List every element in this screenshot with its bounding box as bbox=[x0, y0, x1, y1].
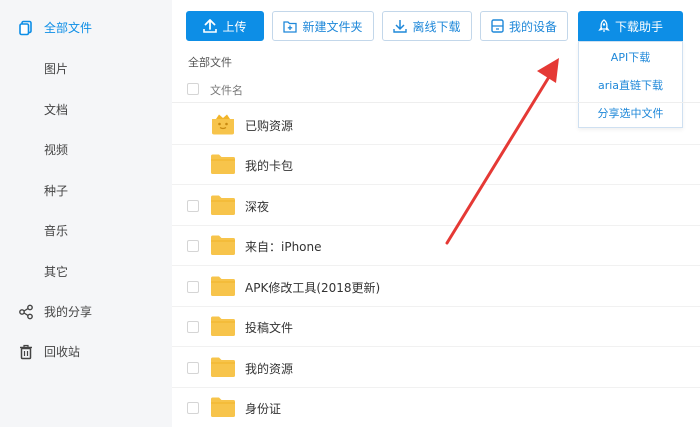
folder-icon bbox=[211, 397, 235, 417]
table-row[interactable]: 身份证 bbox=[172, 388, 700, 428]
table-row[interactable]: 已购资源 bbox=[172, 105, 700, 145]
sidebar-item-label: 音乐 bbox=[44, 223, 69, 238]
sidebar: 全部文件 图片 文档 视频 种子 音乐 其它 我的分享 回收站 bbox=[0, 0, 172, 427]
sidebar-item-label: 我的分享 bbox=[44, 305, 93, 319]
table-row[interactable]: 来自：iPhone bbox=[172, 226, 700, 266]
sidebar-item-all-files[interactable]: 全部文件 bbox=[0, 8, 172, 48]
sidebar-item-music[interactable]: 音乐 bbox=[0, 210, 172, 250]
new-folder-button-label: 新建文件夹 bbox=[302, 19, 363, 34]
upload-icon bbox=[203, 19, 218, 33]
file-name[interactable]: 已购资源 bbox=[245, 117, 293, 134]
sidebar-item-label: 回收站 bbox=[44, 345, 81, 359]
sidebar-item-my-share[interactable]: 我的分享 bbox=[0, 292, 172, 332]
dropdown-item-api-download[interactable]: API下载 bbox=[579, 44, 682, 72]
upload-button[interactable]: 上传 bbox=[186, 11, 264, 41]
new-folder-button[interactable]: 新建文件夹 bbox=[272, 11, 374, 41]
folder-icon bbox=[211, 276, 235, 296]
column-header-filename[interactable]: 文件名 bbox=[210, 82, 243, 98]
select-all-checkbox[interactable] bbox=[187, 83, 199, 95]
table-row[interactable]: 投稿文件 bbox=[172, 307, 700, 347]
device-icon bbox=[491, 19, 504, 33]
my-devices-button[interactable]: 我的设备 bbox=[480, 11, 568, 41]
folder-icon bbox=[211, 235, 235, 255]
file-name[interactable]: 深夜 bbox=[245, 198, 269, 215]
share-icon bbox=[19, 304, 33, 320]
row-checkbox[interactable] bbox=[187, 281, 199, 293]
file-name[interactable]: 投稿文件 bbox=[245, 319, 293, 336]
sidebar-item-label: 视频 bbox=[44, 142, 69, 157]
row-checkbox[interactable] bbox=[187, 200, 199, 212]
row-checkbox[interactable] bbox=[187, 402, 199, 414]
table-row[interactable]: 我的资源 bbox=[172, 348, 700, 388]
sidebar-item-images[interactable]: 图片 bbox=[0, 48, 172, 88]
sidebar-item-videos[interactable]: 视频 bbox=[0, 129, 172, 169]
download-icon bbox=[393, 20, 408, 33]
file-name[interactable]: 我的卡包 bbox=[245, 157, 293, 174]
purchased-folder-icon bbox=[212, 114, 234, 135]
folder-icon bbox=[211, 316, 235, 336]
sidebar-item-label: 种子 bbox=[44, 183, 69, 198]
offline-download-button[interactable]: 离线下载 bbox=[382, 11, 472, 41]
sidebar-item-label: 全部文件 bbox=[44, 21, 93, 35]
sidebar-item-label: 其它 bbox=[44, 264, 69, 279]
sidebar-item-documents[interactable]: 文档 bbox=[0, 89, 172, 129]
table-row[interactable]: APK修改工具(2018更新) bbox=[172, 267, 700, 307]
my-devices-button-label: 我的设备 bbox=[508, 19, 557, 34]
sidebar-item-other[interactable]: 其它 bbox=[0, 251, 172, 291]
rocket-icon bbox=[598, 19, 610, 32]
file-name[interactable]: 来自：iPhone bbox=[245, 238, 322, 255]
download-helper-button[interactable]: 下载助手 bbox=[578, 11, 683, 41]
sidebar-item-torrents[interactable]: 种子 bbox=[0, 170, 172, 210]
sidebar-item-label: 文档 bbox=[44, 102, 69, 117]
new-folder-icon bbox=[283, 20, 298, 33]
upload-button-label: 上传 bbox=[222, 19, 247, 34]
table-row[interactable]: 我的卡包 bbox=[172, 145, 700, 185]
row-checkbox[interactable] bbox=[187, 240, 199, 252]
breadcrumb[interactable]: 全部文件 bbox=[188, 54, 232, 70]
folder-icon bbox=[211, 154, 235, 174]
file-list-header: 文件名 bbox=[172, 75, 700, 103]
file-name[interactable]: 身份证 bbox=[245, 400, 281, 417]
folder-icon bbox=[211, 357, 235, 377]
offline-download-button-label: 离线下载 bbox=[412, 19, 461, 34]
sidebar-item-recycle-bin[interactable]: 回收站 bbox=[0, 332, 172, 372]
download-helper-label: 下载助手 bbox=[614, 19, 663, 34]
file-name[interactable]: 我的资源 bbox=[245, 360, 293, 377]
row-checkbox[interactable] bbox=[187, 362, 199, 374]
trash-icon bbox=[20, 344, 32, 360]
row-checkbox[interactable] bbox=[187, 321, 199, 333]
file-name[interactable]: APK修改工具(2018更新) bbox=[245, 279, 380, 296]
table-row[interactable]: 深夜 bbox=[172, 186, 700, 226]
sidebar-item-label: 图片 bbox=[44, 61, 69, 76]
files-icon bbox=[19, 20, 32, 36]
folder-icon bbox=[211, 195, 235, 215]
